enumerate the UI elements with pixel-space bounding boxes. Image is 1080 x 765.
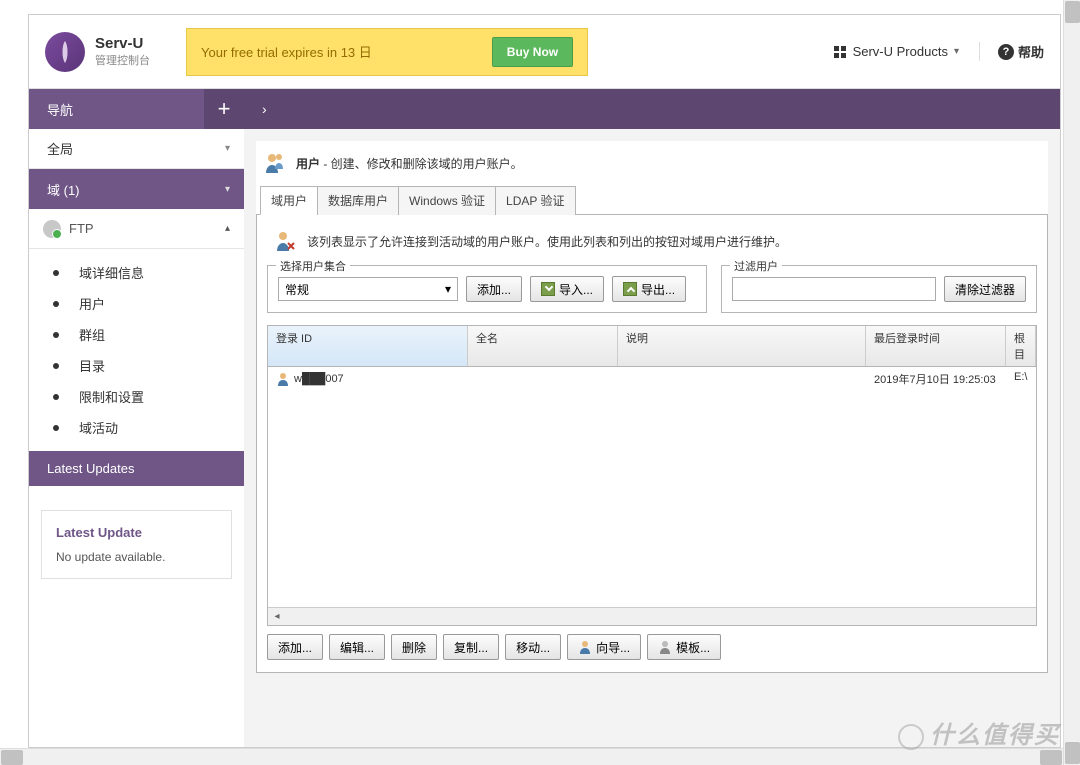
tree-limits[interactable]: 限制和设置	[29, 381, 244, 412]
wizard-icon	[578, 640, 592, 654]
import-button[interactable]: 导入...	[530, 276, 604, 302]
scroll-left-icon[interactable]	[1, 750, 23, 765]
latest-updates-header[interactable]: Latest Updates	[29, 451, 244, 486]
scroll-up-icon[interactable]	[1065, 1, 1080, 23]
trial-text: Your free trial expires in 13 日	[201, 42, 372, 61]
outer-hscroll[interactable]	[0, 748, 1063, 765]
grid-icon	[833, 45, 847, 59]
table-row[interactable]: w███007 2019年7月10日 19:25:03 E:\	[268, 367, 1036, 391]
latest-update-msg: No update available.	[56, 550, 217, 564]
clear-filter-button[interactable]: 清除过滤器	[944, 276, 1026, 302]
products-label: Serv-U Products	[853, 44, 948, 59]
cell-last-login: 2019年7月10日 19:25:03	[866, 369, 1006, 389]
collection-select[interactable]: 常规 ▾	[278, 277, 458, 301]
brand-name: Serv-U	[95, 35, 150, 52]
brand-sub: 管理控制台	[95, 52, 150, 68]
buy-now-button[interactable]: Buy Now	[492, 37, 573, 67]
outer-vscroll[interactable]	[1063, 0, 1080, 765]
filter-fieldset: 过滤用户 清除过滤器	[721, 265, 1037, 313]
scroll-down-icon[interactable]	[1065, 742, 1080, 764]
filter-input[interactable]	[732, 277, 936, 301]
cell-desc	[618, 369, 866, 389]
col-last-login[interactable]: 最后登录时间	[866, 326, 1006, 366]
latest-update-box: Latest Update No update available.	[41, 510, 232, 579]
import-icon	[541, 282, 555, 296]
trial-banner: Your free trial expires in 13 日 Buy Now	[186, 28, 588, 76]
tab-ldap-auth[interactable]: LDAP 验证	[495, 186, 575, 215]
tab-description: 该列表显示了允许连接到活动域的用户账户。使用此列表和列出的按钮对域用户进行维护。	[267, 225, 1037, 265]
user-icon	[262, 151, 286, 175]
col-root[interactable]: 根目	[1006, 326, 1036, 366]
grid-hscroll[interactable]: ◂	[268, 607, 1036, 625]
user-icon	[273, 229, 297, 253]
col-login-id[interactable]: 登录 ID	[268, 326, 468, 366]
page-header: 用户 - 创建、修改和删除该域的用户账户。	[256, 141, 1048, 185]
fieldset-legend: 选择用户集合	[276, 258, 350, 274]
products-dropdown[interactable]: Serv-U Products ▾	[833, 44, 959, 59]
tabs: 域用户 数据库用户 Windows 验证 LDAP 验证	[256, 185, 1048, 215]
sidebar-global[interactable]: 全局 ▾	[29, 129, 244, 169]
tree-activity[interactable]: 域活动	[29, 412, 244, 443]
scroll-left-icon[interactable]: ◂	[268, 609, 286, 625]
fieldset-legend: 过滤用户	[730, 258, 782, 274]
template-button[interactable]: 模板...	[647, 634, 721, 660]
edit-user-button[interactable]: 编辑...	[329, 634, 385, 660]
sidebar-ftp[interactable]: FTP ▴	[29, 209, 244, 249]
cell-root: E:\	[1006, 369, 1036, 389]
col-description[interactable]: 说明	[618, 326, 866, 366]
chevron-down-icon: ▾	[445, 282, 451, 296]
person-icon	[276, 372, 290, 386]
user-grid: 登录 ID 全名 说明 最后登录时间 根目 w███007	[267, 325, 1037, 626]
select-collection-fieldset: 选择用户集合 常规 ▾ 添加... 导入... 导出...	[267, 265, 707, 313]
nav-tree: 域详细信息 用户 群组 目录 限制和设置 域活动	[29, 249, 244, 451]
tree-groups[interactable]: 群组	[29, 319, 244, 350]
page-subtitle: - 创建、修改和删除该域的用户账户。	[320, 157, 523, 171]
help-button[interactable]: ? 帮助	[979, 42, 1044, 61]
content: › 用户 - 创建、修改和删除该域的用户账户。 域用户 数据库用户 Window…	[244, 89, 1060, 747]
delete-user-button[interactable]: 删除	[391, 634, 437, 660]
nav-header: 导航 +	[29, 89, 244, 129]
globe-icon	[43, 220, 61, 238]
template-icon	[658, 640, 672, 654]
export-icon	[623, 282, 637, 296]
export-button[interactable]: 导出...	[612, 276, 686, 302]
add-user-button[interactable]: 添加...	[267, 634, 323, 660]
wizard-button[interactable]: 向导...	[567, 634, 641, 660]
grid-body[interactable]: w███007 2019年7月10日 19:25:03 E:\	[268, 367, 1036, 607]
tree-users[interactable]: 用户	[29, 288, 244, 319]
move-user-button[interactable]: 移动...	[505, 634, 561, 660]
cell-login-id: w███007	[294, 373, 344, 385]
help-icon: ?	[998, 44, 1014, 60]
cell-fullname	[468, 369, 618, 389]
add-button[interactable]: +	[204, 89, 244, 129]
col-fullname[interactable]: 全名	[468, 326, 618, 366]
nav-label: 导航	[47, 100, 73, 119]
page-title: 用户	[296, 157, 320, 171]
tab-windows-auth[interactable]: Windows 验证	[398, 186, 496, 215]
top-bar: Serv-U 管理控制台 Your free trial expires in …	[29, 15, 1060, 89]
logo-icon	[45, 32, 85, 72]
tree-directories[interactable]: 目录	[29, 350, 244, 381]
help-label: 帮助	[1018, 42, 1044, 61]
sidebar-domain[interactable]: 域 (1) ▾	[29, 169, 244, 209]
tab-domain-users[interactable]: 域用户	[260, 186, 318, 215]
chevron-up-icon: ▴	[225, 223, 230, 234]
tab-body: 该列表显示了允许连接到活动域的用户账户。使用此列表和列出的按钮对域用户进行维护。…	[256, 215, 1048, 673]
add-button[interactable]: 添加...	[466, 276, 522, 302]
latest-update-title: Latest Update	[56, 525, 217, 540]
scroll-right-icon[interactable]	[1040, 750, 1062, 765]
chevron-down-icon: ▾	[954, 46, 959, 57]
app-frame: Serv-U 管理控制台 Your free trial expires in …	[28, 14, 1061, 748]
chevron-down-icon: ▾	[225, 143, 230, 154]
action-bar: 添加... 编辑... 删除 复制... 移动... 向导... 模板...	[267, 626, 1037, 662]
breadcrumb: ›	[244, 89, 1060, 129]
chevron-down-icon: ▾	[225, 184, 230, 195]
brand: Serv-U 管理控制台	[45, 32, 150, 72]
copy-user-button[interactable]: 复制...	[443, 634, 499, 660]
tab-db-users[interactable]: 数据库用户	[317, 186, 399, 215]
tree-domain-details[interactable]: 域详细信息	[29, 257, 244, 288]
grid-header: 登录 ID 全名 说明 最后登录时间 根目	[268, 326, 1036, 367]
sidebar: 导航 + 全局 ▾ 域 (1) ▾ FTP ▴ 域详细信息 用户 群组 目录	[29, 89, 244, 747]
